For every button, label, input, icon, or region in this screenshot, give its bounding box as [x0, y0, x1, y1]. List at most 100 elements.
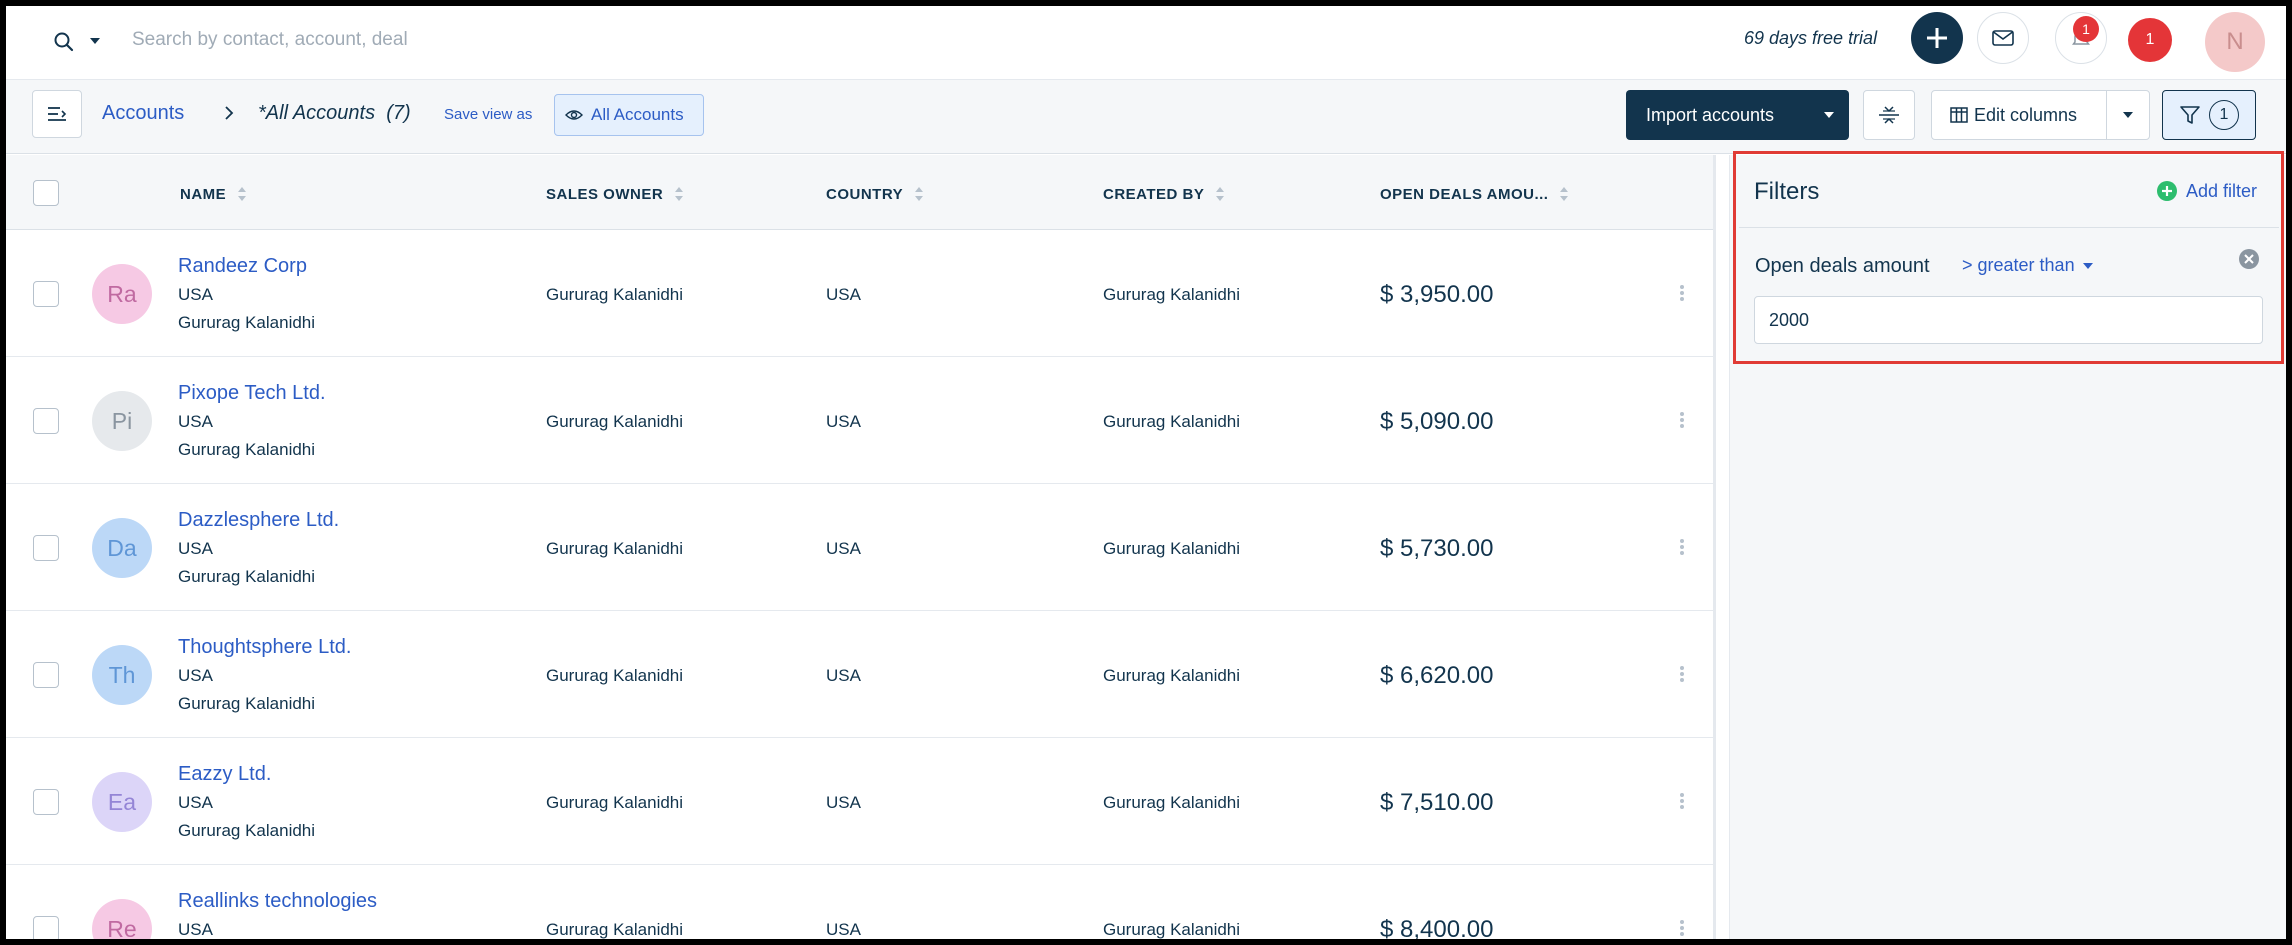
column-header-label: OPEN DEALS AMOU... — [1380, 185, 1549, 203]
account-country-line: USA — [178, 920, 213, 939]
sort-icon[interactable] — [236, 184, 248, 204]
breadcrumb-accounts-link[interactable]: Accounts — [102, 102, 184, 125]
account-country-line: USA — [178, 539, 213, 558]
sort-icon[interactable] — [673, 184, 685, 204]
country-cell: USA — [826, 920, 861, 939]
created-by-cell: Gururag Kalanidhi — [1103, 539, 1241, 558]
search-scope-chevron-down-icon[interactable] — [88, 34, 102, 48]
kebab-icon[interactable] — [1674, 916, 1690, 939]
account-avatar: Da — [92, 518, 152, 578]
account-avatar: Re — [92, 899, 152, 939]
sort-icon[interactable] — [1214, 184, 1226, 204]
account-country-line: USA — [178, 412, 213, 431]
column-header-name[interactable]: NAME — [180, 184, 248, 204]
table-header: NAME SALES OWNER COUNTRY CREATED BY OPEN… — [6, 155, 1713, 230]
sales-owner-cell: Gururag Kalanidhi — [546, 412, 684, 431]
import-accounts-button[interactable]: Import accounts — [1626, 90, 1849, 140]
table-row[interactable]: Da Dazzlesphere Ltd. USA Gururag Kalanid… — [6, 484, 1713, 611]
country-cell: USA — [826, 285, 861, 304]
account-name-link[interactable]: Eazzy Ltd. — [178, 763, 271, 786]
column-header-label: NAME — [180, 185, 227, 203]
mail-icon — [1992, 30, 2014, 46]
column-header-created-by[interactable]: CREATED BY — [1103, 184, 1226, 204]
table-row[interactable]: Re Reallinks technologies USA Gururag Ka… — [6, 865, 1713, 939]
chevron-down-icon[interactable] — [1809, 108, 1849, 122]
account-name-link[interactable]: Dazzlesphere Ltd. — [178, 509, 339, 532]
view-chip[interactable]: All Accounts — [554, 94, 704, 136]
sidebar-toggle-button[interactable] — [32, 90, 82, 138]
account-owner-line: Gururag Kalanidhi — [178, 567, 316, 586]
chevron-right-icon — [220, 104, 238, 122]
global-search-input[interactable] — [132, 20, 732, 60]
account-country-line: USA — [178, 793, 213, 812]
filter-toggle-button[interactable]: 1 — [2162, 90, 2256, 140]
open-deals-amount-cell: $ 5,730.00 — [1380, 535, 1494, 562]
account-avatar: Ea — [92, 772, 152, 832]
edit-columns-button[interactable]: Edit columns — [1931, 90, 2107, 140]
row-checkbox[interactable] — [33, 662, 59, 688]
country-cell: USA — [826, 793, 861, 812]
account-name-link[interactable]: Pixope Tech Ltd. — [178, 382, 326, 405]
open-deals-amount-cell: $ 7,510.00 — [1380, 789, 1494, 816]
row-checkbox[interactable] — [33, 281, 59, 307]
column-header-open-deals-amount[interactable]: OPEN DEALS AMOU... — [1380, 184, 1570, 204]
account-avatar: Ra — [92, 264, 152, 324]
account-avatar: Pi — [92, 391, 152, 451]
table-row[interactable]: Ra Randeez Corp USA Gururag Kalanidhi Gu… — [6, 230, 1713, 357]
account-country-line: USA — [178, 666, 213, 685]
kebab-icon[interactable] — [1674, 535, 1690, 559]
column-header-label: CREATED BY — [1103, 185, 1205, 203]
search-icon[interactable] — [52, 30, 76, 54]
trial-status-text: 69 days free trial — [1744, 28, 1878, 48]
kebab-icon[interactable] — [1674, 408, 1690, 432]
table-row[interactable]: Th Thoughtsphere Ltd. USA Gururag Kalani… — [6, 611, 1713, 738]
alerts-button[interactable]: 1 — [2128, 18, 2172, 62]
mail-button[interactable] — [1977, 12, 2029, 64]
account-name-link[interactable]: Reallinks technologies — [178, 890, 377, 913]
created-by-cell: Gururag Kalanidhi — [1103, 793, 1241, 812]
current-view-title: *All Accounts (7) — [258, 102, 411, 124]
sales-owner-cell: Gururag Kalanidhi — [546, 539, 684, 558]
column-header-country[interactable]: COUNTRY — [826, 184, 925, 204]
quick-add-button[interactable] — [1911, 12, 1963, 64]
column-header-label: COUNTRY — [826, 185, 904, 203]
list-toolbar: Accounts *All Accounts (7) Save view as … — [6, 80, 2286, 154]
save-view-as-link[interactable]: Save view as — [444, 106, 532, 123]
panel-divider — [1713, 155, 1716, 939]
table-row[interactable]: Ea Eazzy Ltd. USA Gururag Kalanidhi Guru… — [6, 738, 1713, 865]
row-checkbox[interactable] — [33, 789, 59, 815]
open-deals-amount-cell: $ 5,090.00 — [1380, 408, 1494, 435]
filter-count-badge: 1 — [2209, 100, 2239, 130]
account-owner-line: Gururag Kalanidhi — [178, 440, 316, 459]
notification-count-badge: 1 — [2073, 16, 2099, 42]
edit-columns-dropdown[interactable] — [2106, 90, 2150, 140]
column-header-sales-owner[interactable]: SALES OWNER — [546, 184, 685, 204]
country-cell: USA — [826, 412, 861, 431]
sales-owner-cell: Gururag Kalanidhi — [546, 920, 684, 939]
kebab-icon[interactable] — [1674, 789, 1690, 813]
user-avatar[interactable]: N — [2205, 12, 2265, 72]
kebab-icon[interactable] — [1674, 662, 1690, 686]
app-window: 69 days free trial 1 1 N Accounts *All A… — [6, 6, 2286, 939]
columns-icon — [1950, 107, 1968, 123]
row-checkbox[interactable] — [33, 916, 59, 939]
kebab-icon[interactable] — [1674, 281, 1690, 305]
open-deals-amount-cell: $ 3,950.00 — [1380, 281, 1494, 308]
account-name-link[interactable]: Randeez Corp — [178, 255, 307, 278]
table-row[interactable]: Pi Pixope Tech Ltd. USA Gururag Kalanidh… — [6, 357, 1713, 484]
open-deals-amount-cell: $ 6,620.00 — [1380, 662, 1494, 689]
row-checkbox[interactable] — [33, 408, 59, 434]
sales-owner-cell: Gururag Kalanidhi — [546, 666, 684, 685]
account-name-link[interactable]: Thoughtsphere Ltd. — [178, 636, 351, 659]
import-accounts-label: Import accounts — [1646, 104, 1775, 125]
select-all-checkbox[interactable] — [33, 180, 59, 206]
row-density-button[interactable] — [1863, 90, 1915, 140]
row-checkbox[interactable] — [33, 535, 59, 561]
accounts-table: NAME SALES OWNER COUNTRY CREATED BY OPEN… — [6, 155, 1713, 939]
edit-columns-label: Edit columns — [1974, 104, 2078, 125]
sort-icon[interactable] — [1558, 184, 1570, 204]
sort-icon[interactable] — [913, 184, 925, 204]
chevron-down-icon — [2123, 112, 2133, 118]
account-owner-line: Gururag Kalanidhi — [178, 694, 316, 713]
filters-highlight-box — [1733, 151, 2284, 364]
